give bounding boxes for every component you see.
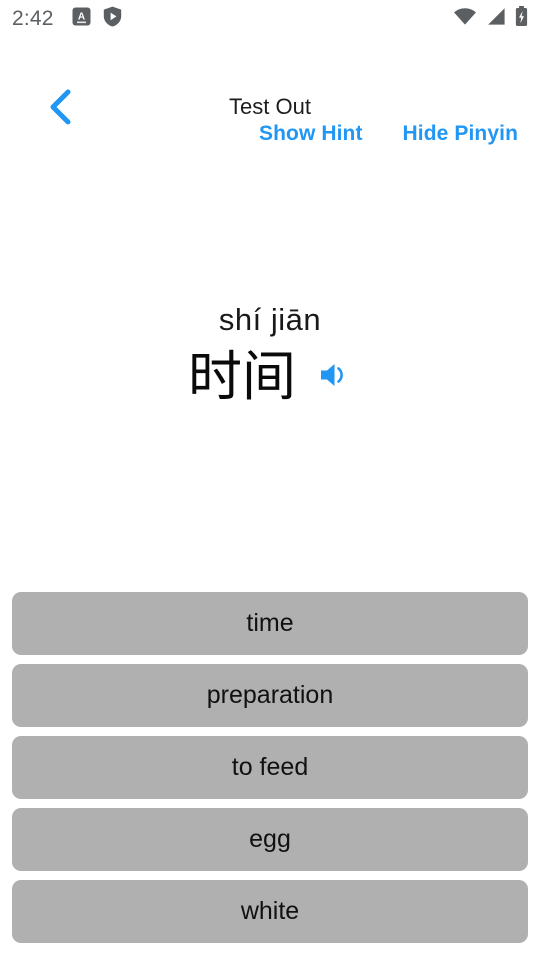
answer-option-1[interactable]: preparation [12, 664, 528, 727]
app-header: Test Out [0, 38, 540, 124]
shield-play-icon [103, 6, 122, 32]
card-action-bar: Show Hint Hide Pinyin [0, 122, 540, 146]
answer-option-2[interactable]: to feed [12, 736, 528, 799]
answer-option-label: white [240, 897, 300, 925]
answer-option-4[interactable]: white [12, 880, 528, 943]
hide-pinyin-button[interactable]: Hide Pinyin [403, 122, 518, 146]
pinyin-text: shí jiān [218, 302, 322, 337]
speaker-volume-icon [319, 360, 351, 395]
hanzi-text: 时间 [188, 345, 296, 408]
status-bar: 2:42 A [0, 0, 540, 38]
test-out-screen: 2:42 A Test Out Show Hint Hide Pinyin sh… [0, 0, 540, 960]
page-title: Test Out [229, 94, 311, 119]
answer-option-label: preparation [206, 681, 334, 709]
word-prompt-card: shí jiān 时间 [0, 300, 540, 410]
answer-option-label: to feed [231, 753, 309, 781]
answer-options-list: time preparation to feed egg white [0, 592, 540, 943]
battery-charging-icon [515, 6, 528, 32]
answer-option-label: egg [249, 825, 291, 853]
status-bar-system-icons [453, 6, 528, 32]
answer-option-label: time [246, 609, 294, 637]
answer-option-0[interactable]: time [12, 592, 528, 655]
wifi-icon [453, 7, 477, 31]
status-bar-clock: 2:42 [12, 7, 54, 30]
hanzi-row: 时间 [0, 344, 540, 410]
play-audio-button[interactable] [318, 360, 352, 394]
status-bar-notification-icons: A [72, 6, 122, 32]
screenshot-a-icon: A [72, 7, 91, 31]
answer-option-3[interactable]: egg [12, 808, 528, 871]
show-hint-button[interactable]: Show Hint [259, 122, 363, 146]
svg-text:A: A [78, 12, 85, 23]
cell-signal-icon [486, 7, 506, 31]
